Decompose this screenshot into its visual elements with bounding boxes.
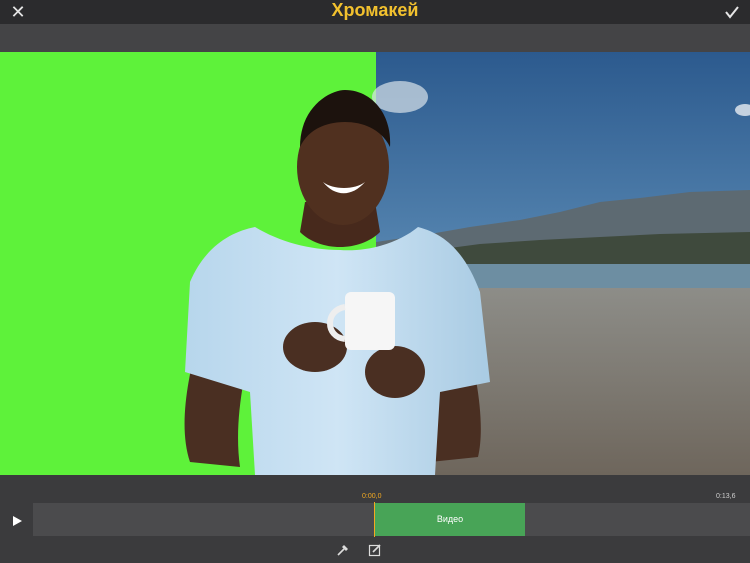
- end-time: 0:13,6: [716, 493, 736, 500]
- page-title: Хромакей: [331, 0, 419, 20]
- top-bar: ✕ Хромакей: [0, 0, 750, 24]
- video-clip[interactable]: Видео: [375, 503, 525, 536]
- play-button[interactable]: [8, 512, 26, 530]
- timeline-track[interactable]: Видео: [33, 503, 750, 536]
- timeline-panel: 0:00,0 0:13,6 Видео: [0, 475, 750, 563]
- eyedropper-icon: [337, 545, 348, 556]
- edit-button[interactable]: [367, 542, 383, 558]
- video-preview[interactable]: [0, 52, 750, 475]
- eyedropper-button[interactable]: [335, 542, 351, 558]
- edit-icon: [368, 544, 381, 557]
- done-button[interactable]: [720, 1, 744, 23]
- play-icon: [13, 516, 22, 526]
- toolbar-strip: [0, 24, 750, 52]
- playhead[interactable]: [374, 502, 375, 537]
- checkmark-icon: [725, 6, 739, 19]
- current-time: 0:00,0: [362, 493, 382, 500]
- preview-canvas: [0, 52, 750, 475]
